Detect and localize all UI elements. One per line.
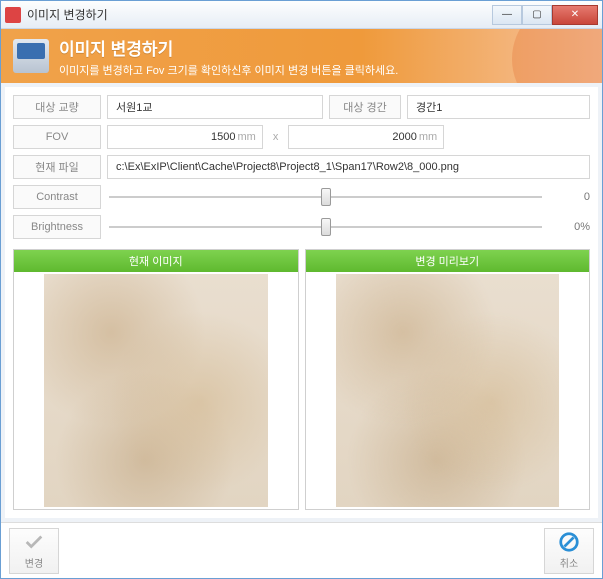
span-value: 경간1 (416, 99, 442, 115)
row-file: 현재 파일 c:\Ex\ExIP\Client\Cache\Project8\P… (13, 155, 590, 179)
maximize-button[interactable]: ▢ (522, 5, 552, 25)
contrast-label: Contrast (13, 185, 101, 209)
header-banner: 이미지 변경하기 이미지를 변경하고 Fov 크기를 확인하신후 이미지 변경 … (1, 29, 602, 83)
header-title: 이미지 변경하기 (59, 35, 398, 60)
file-label: 현재 파일 (13, 155, 101, 179)
panel-current-body (14, 272, 298, 509)
panel-current: 현재 이미지 (13, 249, 299, 510)
fov-height-unit: mm (419, 131, 437, 143)
window-title: 이미지 변경하기 (27, 6, 492, 23)
apply-label: 변경 (25, 555, 43, 570)
bridge-label: 대상 교량 (13, 95, 101, 119)
cancel-label: 취소 (560, 555, 578, 570)
fov-width-field[interactable]: 1500 mm (107, 125, 263, 149)
fov-label: FOV (13, 125, 101, 149)
header-text: 이미지 변경하기 이미지를 변경하고 Fov 크기를 확인하신후 이미지 변경 … (59, 35, 398, 78)
file-value: c:\Ex\ExIP\Client\Cache\Project8\Project… (116, 161, 459, 173)
brightness-thumb[interactable] (321, 218, 331, 236)
brightness-slider[interactable] (109, 217, 542, 237)
span-field[interactable]: 경간1 (407, 95, 590, 119)
bridge-value: 서원1교 (116, 99, 152, 115)
titlebar: 이미지 변경하기 — ▢ ✕ (1, 1, 602, 29)
window: 이미지 변경하기 — ▢ ✕ 이미지 변경하기 이미지를 변경하고 Fov 크기… (0, 0, 603, 579)
panel-current-title: 현재 이미지 (14, 250, 298, 272)
image-panels: 현재 이미지 변경 미리보기 (13, 249, 590, 510)
cancel-icon (558, 531, 580, 553)
file-field[interactable]: c:\Ex\ExIP\Client\Cache\Project8\Project… (107, 155, 590, 179)
cancel-button[interactable]: 취소 (544, 528, 594, 574)
window-controls: — ▢ ✕ (492, 5, 598, 25)
close-button[interactable]: ✕ (552, 5, 598, 25)
fov-height-field[interactable]: 2000 mm (288, 125, 444, 149)
app-icon (5, 7, 21, 23)
header-subtitle: 이미지를 변경하고 Fov 크기를 확인하신후 이미지 변경 버튼을 클릭하세요… (59, 62, 398, 78)
contrast-thumb[interactable] (321, 188, 331, 206)
fov-height-value: 2000 (392, 131, 416, 143)
row-brightness: Brightness 0% (13, 215, 590, 239)
row-contrast: Contrast 0 (13, 185, 590, 209)
fov-width-value: 1500 (211, 131, 235, 143)
panel-preview-title: 변경 미리보기 (306, 250, 590, 272)
fov-multiply-icon: x (269, 131, 283, 143)
minimize-button[interactable]: — (492, 5, 522, 25)
check-icon (23, 531, 45, 553)
brightness-label: Brightness (13, 215, 101, 239)
row-bridge-span: 대상 교량 서원1교 대상 경간 경간1 (13, 95, 590, 119)
footer: 변경 취소 (1, 522, 602, 578)
brightness-value: 0% (550, 221, 590, 233)
apply-button[interactable]: 변경 (9, 528, 59, 574)
current-image (44, 274, 268, 507)
bridge-field[interactable]: 서원1교 (107, 95, 323, 119)
contrast-value: 0 (550, 191, 590, 203)
row-fov: FOV 1500 mm x 2000 mm (13, 125, 590, 149)
preview-image (336, 274, 560, 507)
content-area: 대상 교량 서원1교 대상 경간 경간1 FOV 1500 mm x 2000 … (5, 87, 598, 518)
computer-icon (13, 39, 49, 73)
fov-width-unit: mm (238, 131, 256, 143)
span-label: 대상 경간 (329, 95, 401, 119)
panel-preview-body (306, 272, 590, 509)
contrast-slider[interactable] (109, 187, 542, 207)
panel-preview: 변경 미리보기 (305, 249, 591, 510)
